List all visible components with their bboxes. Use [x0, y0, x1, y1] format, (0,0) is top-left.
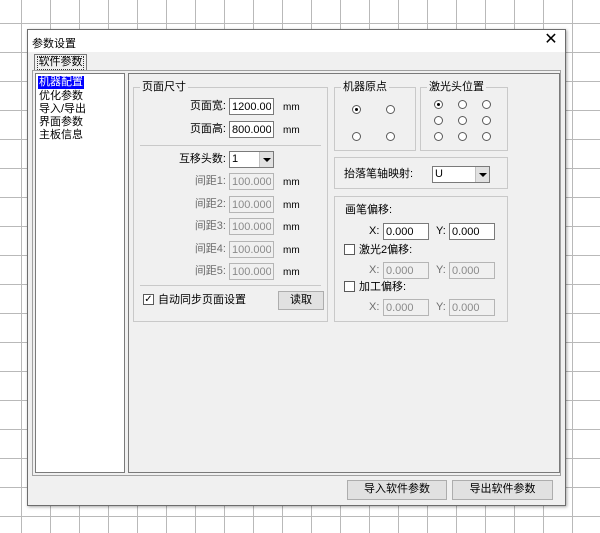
laser-pos-radio-7[interactable] — [434, 132, 443, 141]
laser-pos-radio-1[interactable] — [434, 100, 443, 109]
chevron-down-icon — [475, 167, 489, 182]
close-icon[interactable]: ✕ — [543, 31, 559, 49]
page-width-input[interactable] — [229, 98, 274, 115]
tab-panel: 机器配置 优化参数 导入/导出 界面参数 主板信息 页面尺寸 页面宽: mm 页… — [32, 70, 561, 476]
gap1-input[interactable] — [229, 173, 274, 190]
laser2-offset-checkbox[interactable] — [344, 244, 355, 255]
process-offset-x-input[interactable] — [383, 299, 429, 316]
page-height-unit: mm — [283, 125, 300, 136]
pen-offset-x-label: X: — [369, 225, 380, 237]
origin-radio-bottom-left[interactable] — [352, 132, 361, 141]
gap1-label: 间距1: — [194, 175, 226, 187]
pen-axis-select[interactable]: U — [432, 166, 490, 183]
pen-axis-group: 抬落笔轴映射: U — [334, 157, 508, 189]
laser-pos-radio-2[interactable] — [458, 100, 467, 109]
laser2-offset-x-input[interactable] — [383, 262, 429, 279]
separator — [140, 145, 321, 146]
head-count-select[interactable]: 1 — [229, 151, 274, 168]
page-size-title: 页面尺寸 — [140, 81, 188, 94]
import-software-params-button[interactable]: 导入软件参数 — [347, 480, 447, 500]
offsets-group: 画笔偏移: X: Y: 激光2偏移: X: Y: 加工偏移: X: Y: — [334, 196, 508, 322]
gap5-unit: mm — [283, 267, 300, 278]
tab-label: 软件参数 — [38, 56, 83, 68]
pen-offset-x-input[interactable] — [383, 223, 429, 240]
gap4-label: 间距4: — [194, 243, 226, 255]
process-offset-y-label: Y: — [436, 301, 446, 313]
category-tree: 机器配置 优化参数 导入/导出 界面参数 主板信息 — [35, 73, 125, 473]
read-button[interactable]: 读取 — [278, 291, 324, 310]
gap4-unit: mm — [283, 245, 300, 256]
process-offset-y-input[interactable] — [449, 299, 495, 316]
laser-pos-radio-6[interactable] — [482, 116, 491, 125]
laser2-offset-label: 激光2偏移: — [359, 244, 413, 256]
chevron-down-icon — [259, 152, 273, 167]
machine-origin-group: 机器原点 — [334, 81, 416, 151]
laser-pos-radio-5[interactable] — [458, 116, 467, 125]
auto-sync-label: 自动同步页面设置 — [158, 294, 246, 306]
gap3-input[interactable] — [229, 218, 274, 235]
pen-offset-label: 画笔偏移: — [345, 204, 393, 216]
title-bar: 参数设置 ✕ — [28, 30, 565, 52]
gap4-input[interactable] — [229, 241, 274, 258]
gap2-label: 间距2: — [194, 198, 226, 210]
pen-axis-label: 抬落笔轴映射: — [344, 168, 414, 180]
separator — [140, 285, 321, 286]
page-height-label: 页面高: — [189, 123, 226, 135]
page-width-label: 页面宽: — [189, 100, 226, 112]
gap2-input[interactable] — [229, 196, 274, 213]
pen-offset-y-input[interactable] — [449, 223, 495, 240]
process-offset-x-label: X: — [369, 301, 380, 313]
laser-pos-radio-8[interactable] — [458, 132, 467, 141]
process-offset-checkbox[interactable] — [344, 281, 355, 292]
laser-pos-radio-9[interactable] — [482, 132, 491, 141]
process-offset-label: 加工偏移: — [359, 281, 407, 293]
laser-head-position-group: 激光头位置 — [420, 81, 508, 151]
export-software-params-button[interactable]: 导出软件参数 — [452, 480, 553, 500]
tree-item-ui-params[interactable]: 界面参数 — [38, 116, 84, 129]
gap5-input[interactable] — [229, 263, 274, 280]
gap3-label: 间距3: — [194, 220, 226, 232]
origin-radio-bottom-right[interactable] — [386, 132, 395, 141]
settings-dialog: 参数设置 ✕ 软件参数 机器配置 优化参数 导入/导出 界面参数 主板信息 页面… — [27, 29, 566, 506]
tab-software-params[interactable]: 软件参数 — [34, 54, 87, 71]
head-count-value: 1 — [232, 153, 239, 165]
window-title: 参数设置 — [32, 38, 76, 50]
origin-radio-top-left[interactable] — [352, 105, 361, 114]
laser-pos-radio-3[interactable] — [482, 100, 491, 109]
tree-item-import-export[interactable]: 导入/导出 — [38, 103, 87, 116]
auto-sync-checkbox[interactable]: ✓ — [143, 294, 154, 305]
laser2-offset-y-label: Y: — [436, 264, 446, 276]
page-width-unit: mm — [283, 102, 300, 113]
tree-item-board-info[interactable]: 主板信息 — [38, 129, 84, 142]
origin-radio-top-right[interactable] — [386, 105, 395, 114]
gap3-unit: mm — [283, 222, 300, 233]
laser-pos-radio-4[interactable] — [434, 116, 443, 125]
laser2-offset-y-input[interactable] — [449, 262, 495, 279]
gap1-unit: mm — [283, 177, 300, 188]
machine-origin-title: 机器原点 — [341, 81, 389, 94]
head-count-label: 互移头数: — [178, 153, 226, 165]
page-size-group: 页面尺寸 页面宽: mm 页面高: mm 互移头数: 1 间距1: mm 间距2… — [133, 81, 328, 322]
pen-axis-value: U — [435, 168, 443, 180]
pen-offset-y-label: Y: — [436, 225, 446, 237]
gap2-unit: mm — [283, 200, 300, 211]
page-height-input[interactable] — [229, 121, 274, 138]
tree-item-optimize[interactable]: 优化参数 — [38, 90, 84, 103]
laser2-offset-x-label: X: — [369, 264, 380, 276]
machine-config-panel: 页面尺寸 页面宽: mm 页面高: mm 互移头数: 1 间距1: mm 间距2… — [128, 73, 560, 473]
gap5-label: 间距5: — [194, 265, 226, 277]
tree-item-machine-config[interactable]: 机器配置 — [38, 76, 84, 89]
laser-head-position-title: 激光头位置 — [427, 81, 486, 94]
